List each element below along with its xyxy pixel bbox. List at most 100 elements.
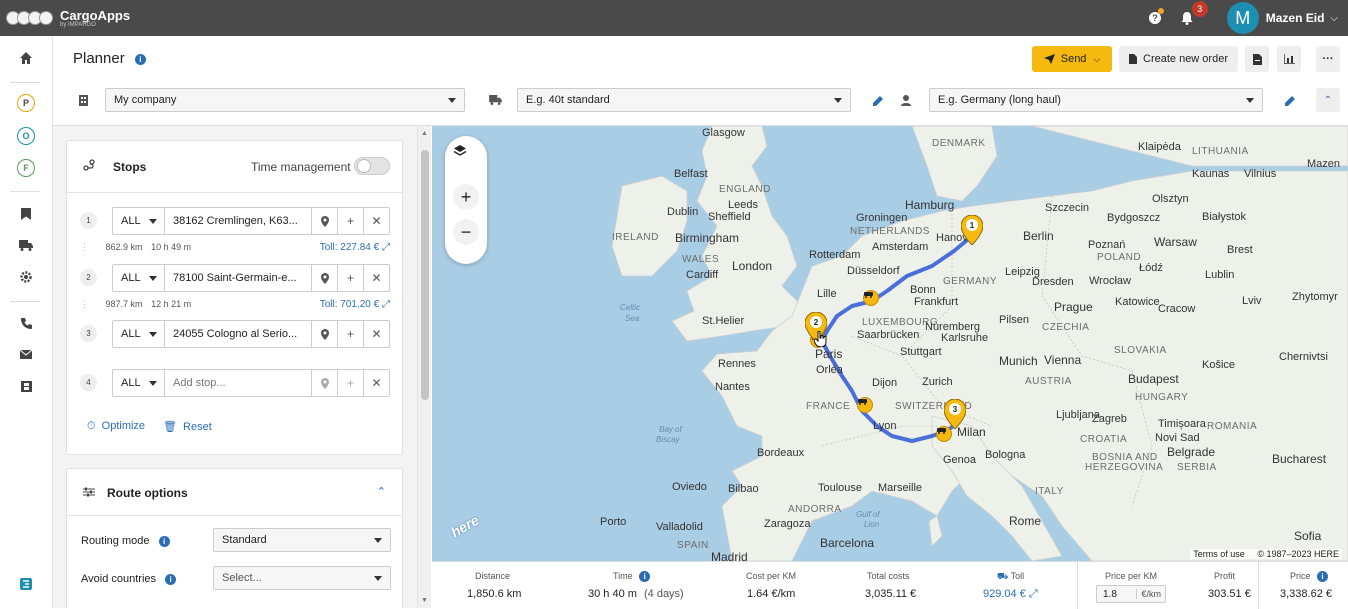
nav-planner[interactable]: P <box>0 92 52 114</box>
stop-pin-number: 1 <box>966 219 978 231</box>
close-icon[interactable]: ✕ <box>363 208 389 234</box>
gear-icon[interactable] <box>0 266 52 288</box>
company-select[interactable]: My company <box>105 88 465 112</box>
zoom-out-button[interactable]: − <box>453 219 479 245</box>
close-icon[interactable]: ✕ <box>363 370 389 396</box>
segment-info-2: ⋮ 987.7 km 12 h 21 m Toll: 701.20 € ⤢ <box>80 299 390 310</box>
bell-icon[interactable]: 3 <box>1176 1 1208 29</box>
map-label: Biscay <box>656 435 680 444</box>
toll-value[interactable]: 929.04 € ⤢ <box>983 588 1038 601</box>
map-land <box>611 126 1348 561</box>
location-pin-icon[interactable] <box>311 370 337 396</box>
cost-profile-select[interactable]: E.g. Germany (long haul) <box>929 88 1263 112</box>
map-label: Lyon <box>873 420 897 432</box>
route-map[interactable]: + − Glasgow DENMARK Klaipėda LITHUANIA B… <box>432 126 1348 561</box>
add-icon[interactable]: + <box>337 265 363 291</box>
add-icon[interactable]: + <box>337 208 363 234</box>
map-label: Barcelona <box>820 536 875 550</box>
info-icon[interactable]: i <box>1317 571 1329 583</box>
stats-button[interactable] <box>1277 46 1301 72</box>
reset-button[interactable]: 🗑 Reset <box>163 420 212 433</box>
cost-per-km-value: 1.64 €/km <box>747 588 796 600</box>
pencil-icon[interactable] <box>871 93 885 107</box>
segment-toll[interactable]: Toll: 701.20 € ⤢ <box>320 299 390 310</box>
map-label: Warsaw <box>1154 235 1197 249</box>
vehicle-select[interactable]: E.g. 40t standard <box>517 88 851 112</box>
top-bar: CargoApps by IMPARGO ? 3 M Mazen Eid ⌵ <box>0 0 1348 36</box>
stop-pin-1[interactable]: 1 <box>961 215 983 245</box>
map-label: Frankfurt <box>914 296 959 308</box>
help-icon[interactable]: ? <box>1144 7 1166 29</box>
map-label: CZECHIA <box>1042 322 1090 333</box>
segment-info-1: ⋮ 862.9 km 10 h 49 m Toll: 227.84 € ⤢ <box>80 242 390 253</box>
nav-orders[interactable]: O <box>0 125 52 147</box>
stop-category-select[interactable]: ALL <box>113 370 165 396</box>
add-icon[interactable]: + <box>337 321 363 347</box>
map-label: Groningen <box>856 212 908 224</box>
stop-address-input[interactable]: 78100 Saint-Germain-e... <box>165 272 311 284</box>
avoid-countries-select[interactable]: Select... <box>213 566 391 590</box>
more-button[interactable]: ··· <box>1316 46 1340 72</box>
info-icon[interactable]: i <box>165 573 177 585</box>
app-logo[interactable]: CargoApps by IMPARGO <box>6 9 130 28</box>
zoom-in-button[interactable]: + <box>453 184 479 210</box>
location-pin-icon[interactable] <box>311 321 337 347</box>
stop-address-input[interactable]: 38162 Cremlingen, K63... <box>165 215 311 227</box>
map-label: Brest <box>1227 244 1253 256</box>
close-icon[interactable]: ✕ <box>363 321 389 347</box>
toll-value-text: 929.04 € <box>983 588 1026 600</box>
panel-scrollbar[interactable]: ▲ ▼ <box>417 126 431 608</box>
stop-category-select[interactable]: ALL <box>113 265 165 291</box>
stop-category-select[interactable]: ALL <box>113 208 165 234</box>
info-icon[interactable]: i <box>639 571 651 583</box>
stop-category-select[interactable]: ALL <box>113 321 165 347</box>
map-label: Vilnius <box>1244 168 1277 180</box>
mail-icon[interactable] <box>0 343 52 365</box>
toll-road-icon: ⛟ <box>997 571 1009 581</box>
routing-mode-select[interactable]: Standard <box>213 528 391 552</box>
location-pin-icon[interactable] <box>311 265 337 291</box>
bookmark-icon[interactable] <box>0 203 52 225</box>
segment-toll[interactable]: Toll: 227.84 € ⤢ <box>320 242 390 253</box>
chevron-up-icon[interactable]: ⌃ <box>377 485 386 498</box>
time-management-toggle[interactable] <box>354 157 390 175</box>
user-name[interactable]: Mazen Eid <box>1266 11 1325 25</box>
pencil-icon[interactable] <box>1283 93 1297 107</box>
stop-pin-3[interactable]: 3 <box>944 399 966 429</box>
chevron-down-icon[interactable]: ⌵ <box>1330 13 1338 24</box>
truck-icon[interactable] <box>0 234 52 256</box>
stop-row-3: 3 ALL 24055 Cologno al Serio... + ✕ <box>80 320 390 348</box>
map-label: Łódź <box>1139 262 1163 274</box>
map-label: Szczecin <box>1045 202 1090 214</box>
stop-address-input[interactable]: 24055 Cologno al Serio... <box>165 328 311 340</box>
phone-icon[interactable] <box>0 312 52 334</box>
film-icon[interactable] <box>0 375 52 397</box>
collapse-header-button[interactable]: ⌃ <box>1316 88 1340 112</box>
info-icon[interactable]: i <box>134 53 146 65</box>
avatar[interactable]: M <box>1226 2 1259 34</box>
toll-marker[interactable] <box>857 397 873 413</box>
toll-marker[interactable] <box>863 290 879 306</box>
location-pin-icon[interactable] <box>311 208 337 234</box>
collapse-nav-icon[interactable] <box>0 573 52 595</box>
stop-number: 1 <box>80 212 97 229</box>
layers-icon[interactable] <box>453 144 479 170</box>
scroll-thumb[interactable] <box>421 150 429 400</box>
nav-fleet[interactable]: F <box>0 157 52 179</box>
optimize-button[interactable]: ⏱ Optimize <box>87 420 145 433</box>
map-attribution: Terms of use © 1987–2023 HERE <box>1190 549 1342 559</box>
add-stop-input[interactable]: Add stop... <box>165 377 311 389</box>
price-per-km-input[interactable]: 1.8 €/km <box>1096 585 1166 603</box>
add-icon[interactable]: + <box>337 370 363 396</box>
terms-link[interactable]: Terms of use <box>1193 549 1245 559</box>
send-button[interactable]: Send ⌵ <box>1032 46 1112 72</box>
left-nav: P O F <box>0 36 53 608</box>
info-icon[interactable]: i <box>158 535 170 547</box>
create-order-button[interactable]: Create new order <box>1119 46 1238 72</box>
map-label: Dublin <box>667 206 699 218</box>
export-pdf-button[interactable] <box>1245 46 1269 72</box>
stop-pin-number: 2 <box>810 316 822 328</box>
close-icon[interactable]: ✕ <box>363 265 389 291</box>
map-controls: + − <box>445 136 487 264</box>
home-icon[interactable] <box>0 47 52 69</box>
